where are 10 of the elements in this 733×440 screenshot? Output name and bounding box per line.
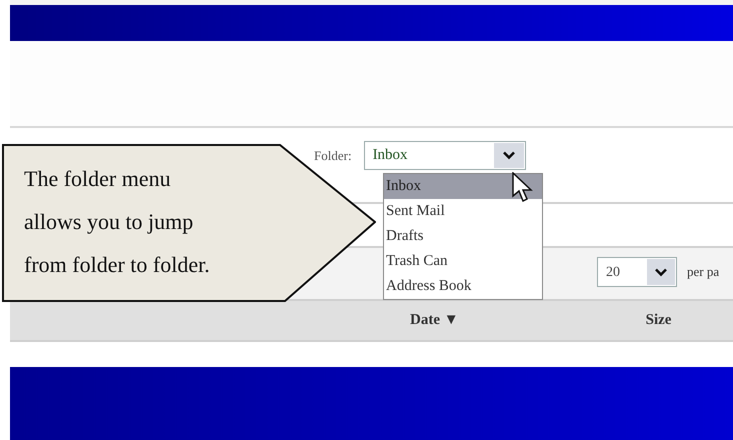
folder-label: Folder:	[314, 147, 352, 165]
per-page-label: per pa	[687, 263, 720, 282]
chevron-down-icon	[655, 268, 667, 276]
folder-select[interactable]: Inbox	[364, 141, 526, 170]
column-header[interactable]: Date ▼	[410, 309, 459, 332]
menu-item[interactable]: Inbox	[384, 174, 542, 199]
callout-text: The folder menu allows you to jump from folder to folder.	[24, 165, 210, 279]
chevron-down-icon	[502, 151, 515, 160]
column-header[interactable]: Size	[646, 309, 672, 332]
per-page-select[interactable]: 20	[597, 257, 677, 287]
